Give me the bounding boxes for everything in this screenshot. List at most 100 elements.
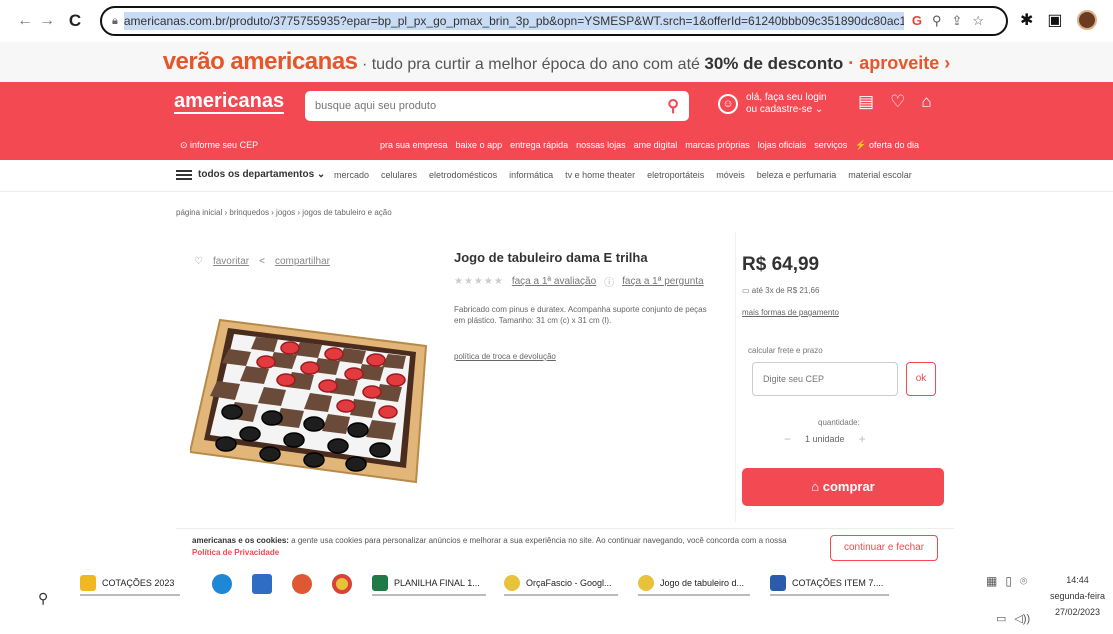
network-icon[interactable]: ⌾: [1020, 574, 1027, 589]
dept-eletroportateis[interactable]: eletroportáteis: [647, 170, 704, 180]
sublink-oficiais[interactable]: lojas oficiais: [758, 134, 807, 156]
question-link[interactable]: faça a 1ª pergunta: [622, 276, 704, 287]
extensions-icon[interactable]: ✱: [1020, 10, 1033, 30]
widget-icon[interactable]: ▦: [986, 574, 997, 589]
sublink-empresa[interactable]: pra sua empresa: [380, 134, 448, 156]
cookie-accept-button[interactable]: continuar e fechar: [830, 535, 938, 561]
product-description: Fabricado com pinus e duratex. Acompanha…: [454, 305, 707, 325]
login-area[interactable]: ☺ olá, faça seu login ou cadastre-se ⌄: [718, 92, 836, 116]
taskbar-label: OrçaFascio - Googl...: [526, 578, 612, 588]
forward-icon[interactable]: →: [36, 12, 58, 30]
url-text[interactable]: americanas.com.br/produto/3775755935?epa…: [123, 12, 904, 30]
sublink-servicos[interactable]: serviços: [814, 134, 847, 156]
sublink-oferta[interactable]: ⚡ oferta do dia: [855, 134, 919, 156]
back-icon[interactable]: ←: [14, 12, 36, 30]
profile-avatar[interactable]: [1076, 10, 1097, 30]
rating-row: ★★★★★ faça a 1ª avaliação ⓘ faça a 1ª pe…: [454, 274, 704, 289]
promo-text: · tudo pra curtir a melhor época do ano …: [357, 56, 705, 73]
increment-button[interactable]: +: [859, 432, 866, 446]
return-policy-link[interactable]: política de troca e devolução: [454, 352, 556, 361]
cep-input[interactable]: [752, 362, 898, 396]
departments-nav: todos os departamentos ⌄ mercado celular…: [0, 160, 1113, 192]
taskbar-chrome-jogo[interactable]: Jogo de tabuleiro d...: [638, 572, 751, 596]
user-icon[interactable]: ☺: [718, 94, 738, 114]
file-explorer-icon[interactable]: [252, 574, 272, 594]
clock[interactable]: 14:44 segunda-feira 27/02/2023: [1050, 572, 1105, 620]
heart-icon[interactable]: ♡: [194, 256, 203, 267]
cart-icon[interactable]: ⌂: [921, 92, 931, 112]
orders-icon[interactable]: ▤: [858, 92, 874, 112]
promo-banner[interactable]: verão americanas · tudo pra curtir a mel…: [0, 42, 1113, 82]
chrome-icon[interactable]: [332, 574, 352, 594]
installments: ▭ até 3x de R$ 21,66: [742, 286, 819, 295]
share-icon[interactable]: ⇪: [952, 13, 963, 29]
card-icon: ▭: [742, 286, 750, 295]
decrement-button[interactable]: −: [784, 432, 791, 446]
search-icon[interactable]: ⚲: [667, 96, 679, 116]
dept-tv[interactable]: tv e home theater: [565, 170, 635, 180]
product-actions: ♡ favoritar < compartilhar: [194, 256, 330, 267]
product-image[interactable]: [190, 314, 440, 486]
cep-link[interactable]: ⊙ informe seu CEP: [180, 134, 258, 156]
site-logo[interactable]: americanas: [174, 90, 285, 114]
clock-day: segunda-feira: [1050, 591, 1106, 601]
privacy-policy-link[interactable]: Política de Privacidade: [192, 548, 279, 557]
ok-button[interactable]: ok: [906, 362, 936, 396]
search-input[interactable]: [315, 100, 668, 112]
dept-informatica[interactable]: informática: [509, 170, 553, 180]
chrome-icon: [638, 575, 654, 591]
sublink-marcas[interactable]: marcas próprias: [685, 134, 750, 156]
share-link[interactable]: compartilhar: [275, 256, 330, 267]
battery-icon[interactable]: ▯: [1005, 574, 1012, 589]
dept-escolar[interactable]: material escolar: [848, 170, 912, 180]
share-icon[interactable]: <: [259, 256, 265, 267]
all-departments-menu[interactable]: todos os departamentos ⌄: [176, 169, 325, 180]
dept-beleza[interactable]: beleza e perfumaria: [757, 170, 837, 180]
login-text[interactable]: olá, faça seu login ou cadastre-se ⌄: [746, 92, 836, 116]
sublink-app[interactable]: baixe o app: [456, 134, 503, 156]
bookmark-star-icon[interactable]: ☆: [972, 13, 984, 29]
taskbar-excel[interactable]: PLANILHA FINAL 1...: [372, 572, 486, 596]
taskbar-folder[interactable]: COTAÇÕES 2023: [80, 572, 181, 596]
buy-button[interactable]: ⌂ comprar: [742, 468, 944, 506]
question-icon: ⓘ: [604, 278, 615, 289]
browser-icon[interactable]: [292, 574, 312, 594]
lock-icon[interactable]: 🔒︎: [112, 15, 118, 28]
buy-label: comprar: [822, 479, 875, 494]
payment-options-link[interactable]: mais formas de pagamento: [742, 308, 839, 317]
search-bar[interactable]: ⚲: [305, 91, 689, 121]
buy-box: R$ 64,99 ▭ até 3x de R$ 21,66 mais forma…: [735, 232, 955, 522]
all-departments-label[interactable]: todos os departamentos ⌄: [198, 169, 325, 180]
dept-moveis[interactable]: móveis: [716, 170, 745, 180]
review-link[interactable]: faça a 1ª avaliação: [512, 276, 596, 287]
favorite-link[interactable]: favoritar: [213, 256, 249, 267]
promo-highlight: 30% de desconto: [704, 54, 844, 73]
taskbar-label: PLANILHA FINAL 1...: [394, 578, 480, 588]
zoom-icon[interactable]: ⚲: [932, 13, 942, 29]
heart-icon[interactable]: ♡: [890, 92, 905, 112]
dept-mercado[interactable]: mercado: [334, 170, 369, 180]
sublink-entrega[interactable]: entrega rápida: [510, 134, 568, 156]
system-tray: ▦ ▯ ⌾: [986, 574, 1027, 589]
taskbar-word[interactable]: COTAÇÕES ITEM 7....: [770, 572, 890, 596]
google-lens-icon[interactable]: G: [912, 13, 922, 29]
sublink-ame[interactable]: ame digital: [634, 134, 678, 156]
promo-link[interactable]: · aproveite ›: [843, 53, 950, 73]
browser-toolbar: ← → C 🔒︎ americanas.com.br/produto/37757…: [0, 0, 1113, 42]
volume-icon[interactable]: ◁)): [1014, 612, 1030, 625]
edge-icon[interactable]: [212, 574, 232, 594]
menu-icon[interactable]: [176, 169, 192, 180]
address-bar[interactable]: 🔒︎ americanas.com.br/produto/3775755935?…: [100, 6, 1008, 36]
quantity-label: quantidade:: [818, 418, 860, 427]
display-icon[interactable]: ▭: [996, 612, 1006, 625]
sidepanel-icon[interactable]: ▣: [1047, 10, 1062, 30]
sublink-lojas[interactable]: nossas lojas: [576, 134, 626, 156]
breadcrumb[interactable]: página inicial › brinquedos › jogos › jo…: [176, 208, 392, 217]
search-icon[interactable]: ⚲: [38, 590, 48, 607]
site-header: americanas ⚲ ☺ olá, faça seu login ou ca…: [0, 82, 1113, 160]
reload-icon[interactable]: C: [64, 11, 86, 31]
dept-celulares[interactable]: celulares: [381, 170, 417, 180]
excel-icon: [372, 575, 388, 591]
taskbar-chrome-orcafascio[interactable]: OrçaFascio - Googl...: [504, 572, 618, 596]
dept-eletrodomesticos[interactable]: eletrodomésticos: [429, 170, 497, 180]
